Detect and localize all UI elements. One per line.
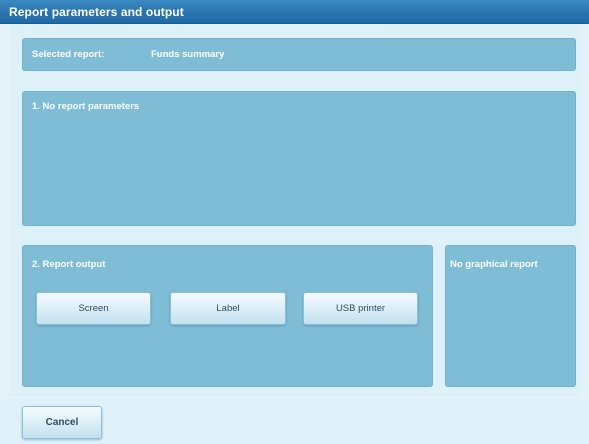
report-parameters-panel: 1. No report parameters <box>22 91 576 226</box>
selected-report-value: Funds summary <box>151 49 225 60</box>
label-button[interactable]: Label <box>170 292 286 325</box>
selected-report-label: Selected report: <box>32 49 105 60</box>
cancel-button[interactable]: Cancel <box>22 406 102 439</box>
screen-button[interactable]: Screen <box>36 292 151 325</box>
usb-printer-button[interactable]: USB printer <box>303 292 418 325</box>
report-output-panel: 2. Report output Screen Label USB printe… <box>22 245 433 387</box>
title-bar: Report parameters and output <box>0 0 589 24</box>
graphical-report-panel: No graphical report <box>445 245 576 387</box>
window-title: Report parameters and output <box>9 5 184 19</box>
graphical-report-heading: No graphical report <box>450 259 538 270</box>
selected-report-panel: Selected report: Funds summary <box>22 38 576 71</box>
report-output-heading: 2. Report output <box>32 259 106 270</box>
report-parameters-heading: 1. No report parameters <box>32 101 140 112</box>
